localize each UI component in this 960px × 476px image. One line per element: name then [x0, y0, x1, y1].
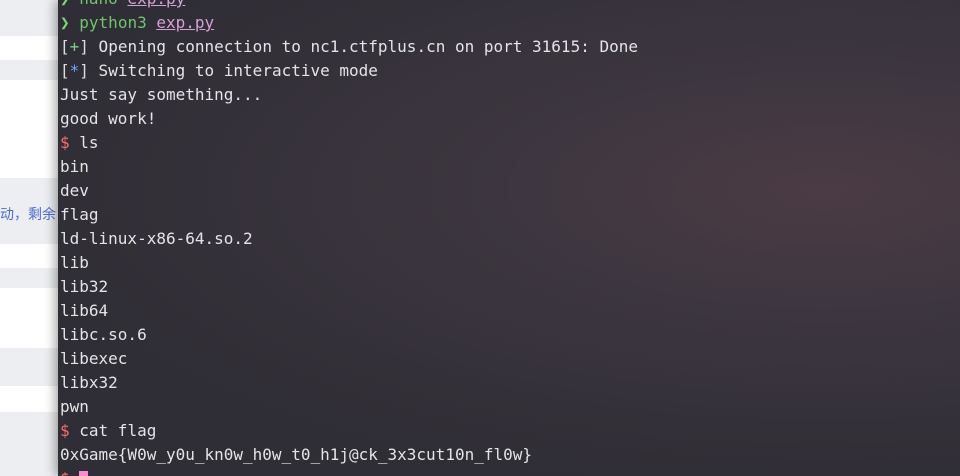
- terminal-line: pwn: [60, 395, 638, 419]
- output-text: flag: [60, 205, 99, 224]
- terminal-line: lib64: [60, 299, 638, 323]
- status-message: Switching to interactive mode: [88, 61, 378, 80]
- status-bracket-open: [: [60, 37, 70, 56]
- terminal-line: libc.so.6: [60, 323, 638, 347]
- background-browser-page: 动，剩余: [0, 0, 58, 476]
- bg-block: [0, 348, 58, 386]
- output-text: dev: [60, 181, 89, 200]
- bg-block: [0, 268, 58, 288]
- terminal-line: flag: [60, 203, 638, 227]
- output-text: lib64: [60, 301, 109, 320]
- status-message: Opening connection to nc1.ctfplus.cn on …: [88, 37, 638, 56]
- shell-prompt-dollar: $: [60, 421, 70, 440]
- status-bracket-open: [: [60, 61, 70, 80]
- bg-block: [0, 0, 58, 36]
- bg-block: [0, 288, 58, 348]
- status-bracket-close: ]: [79, 61, 89, 80]
- output-text: lib: [60, 253, 89, 272]
- status-symbol: +: [69, 37, 80, 56]
- bg-block: [0, 36, 58, 60]
- output-text: ld-linux-x86-64.so.2: [60, 229, 253, 248]
- output-text: lib32: [60, 277, 109, 296]
- shell-command: cat flag: [69, 421, 157, 440]
- text-cursor: [79, 471, 89, 476]
- terminal-line: $: [60, 467, 638, 476]
- shell-command: ls: [69, 133, 99, 152]
- command-name: nano: [79, 0, 118, 8]
- terminal-line: [+] Opening connection to nc1.ctfplus.cn…: [60, 35, 638, 59]
- terminal-line: ❯ nano exp.py: [60, 0, 638, 11]
- output-text: pwn: [60, 397, 89, 416]
- terminal-line: $ cat flag: [60, 419, 638, 443]
- command-argument-path: exp.py: [127, 0, 185, 8]
- prompt-arrow-icon: ❯: [60, 13, 70, 32]
- command-name: python3: [79, 13, 147, 32]
- background-page-text: 动，剩余: [0, 207, 56, 223]
- bg-block: [0, 386, 58, 412]
- bg-block: [0, 412, 58, 476]
- output-text: libx32: [60, 373, 118, 392]
- terminal-line: ld-linux-x86-64.so.2: [60, 227, 638, 251]
- terminal-line: [*] Switching to interactive mode: [60, 59, 638, 83]
- output-text: libc.so.6: [60, 325, 147, 344]
- terminal-line: bin: [60, 155, 638, 179]
- bg-block: [0, 244, 58, 268]
- shell-prompt-dollar: $: [60, 469, 70, 476]
- command-argument-path: exp.py: [156, 13, 215, 32]
- output-text: good work!: [60, 109, 157, 128]
- output-text: Just say something...: [60, 85, 263, 104]
- output-text: 0xGame{W0w_y0u_kn0w_h0w_t0_h1j@ck_3x3cut…: [60, 445, 533, 464]
- status-bracket-close: ]: [79, 37, 89, 56]
- shell-prompt-dollar: $: [60, 133, 70, 152]
- terminal-line: 0xGame{W0w_y0u_kn0w_h0w_t0_h1j@ck_3x3cut…: [60, 443, 638, 467]
- terminal-output: ❯ nano exp.py❯ python3 exp.py[+] Opening…: [60, 0, 638, 476]
- terminal-line: libexec: [60, 347, 638, 371]
- output-text: bin: [60, 157, 89, 176]
- bg-block: [0, 80, 58, 178]
- bg-block: [0, 60, 58, 80]
- output-text: libexec: [60, 349, 128, 368]
- terminal-line: ❯ python3 exp.py: [60, 11, 638, 35]
- terminal-line: Just say something...: [60, 83, 638, 107]
- terminal-line: libx32: [60, 371, 638, 395]
- terminal-line: dev: [60, 179, 638, 203]
- terminal-line: good work!: [60, 107, 638, 131]
- terminal-window[interactable]: ❯ nano exp.py❯ python3 exp.py[+] Opening…: [58, 0, 960, 476]
- terminal-line: lib32: [60, 275, 638, 299]
- terminal-line: $ ls: [60, 131, 638, 155]
- terminal-line: lib: [60, 251, 638, 275]
- prompt-arrow-icon: ❯: [60, 0, 70, 8]
- status-symbol: *: [69, 61, 80, 80]
